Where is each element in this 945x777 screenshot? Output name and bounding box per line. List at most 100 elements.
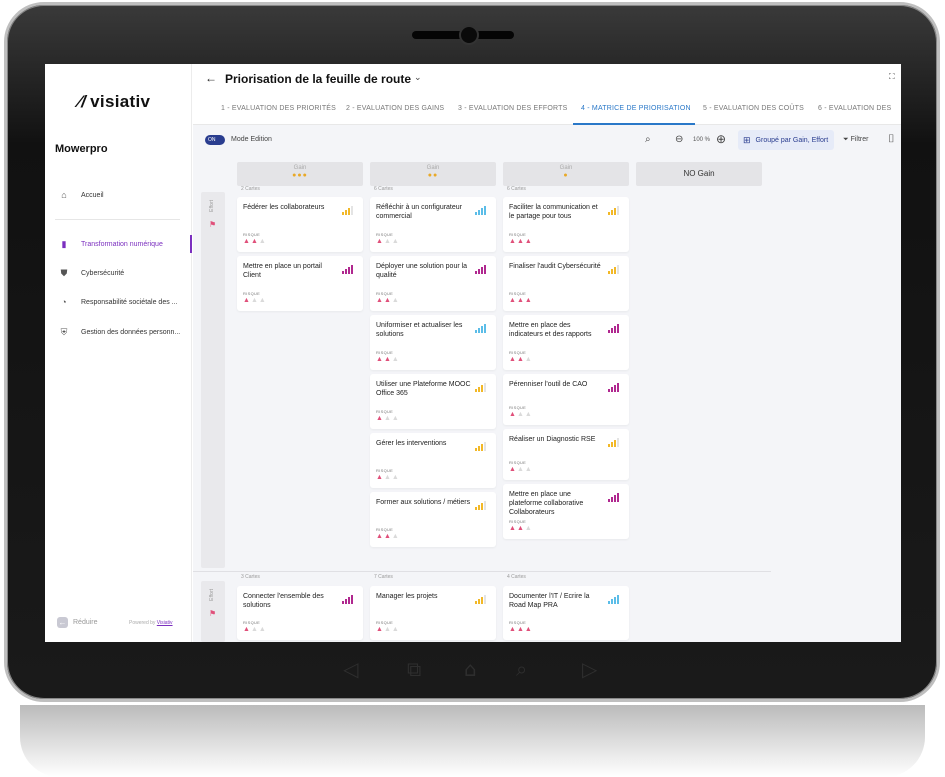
filter-icon: ⏷ (843, 136, 849, 143)
sidebar-item-rse[interactable]: ◔ Responsabilité sociétale des ... (45, 293, 192, 311)
roadmap-card[interactable]: Réfléchir à un configurateur commercial R… (370, 197, 496, 252)
priority-bar (475, 330, 477, 333)
priority-bar (617, 595, 619, 604)
filter-button[interactable]: ⏷ Filtrer (843, 136, 868, 144)
risk-triangle: ▲ (391, 474, 400, 481)
sidebar: ⁄/visiativ Mowerpro ⌂ Accueil ▮ Transforma… (45, 64, 192, 642)
risk-level-icon: ▲▲▲ (509, 238, 533, 245)
search-key-icon[interactable]: ⌕ (516, 657, 527, 681)
group-by-button[interactable]: ⊞ Groupé par Gain, Effort (738, 130, 834, 150)
risk-triangle: ▲ (516, 626, 525, 633)
main-area: ← Priorisation de la feuille de route ⌄ … (193, 64, 901, 642)
roadmap-card[interactable]: Former aux solutions / métiers RISQUE ▲▲▲ (370, 492, 496, 547)
tab-matrice[interactable]: 4 - MATRICE DE PRIORISATION (581, 105, 691, 112)
roadmap-card[interactable]: Réaliser un Diagnostic RSE RISQUE ▲▲▲ (503, 429, 629, 480)
sidebar-item-transformation[interactable]: ▮ Transformation numérique (45, 235, 192, 253)
edit-mode-toggle[interactable]: ON (205, 135, 225, 145)
risk-triangle: ▲ (376, 297, 384, 304)
card-count: 6 Cartes (507, 186, 526, 192)
risk-triangle: ▲ (250, 238, 259, 245)
search-icon[interactable]: ⌕ (645, 134, 651, 145)
priority-bar (608, 330, 610, 333)
card-title: Former aux solutions / métiers (376, 499, 471, 506)
chevron-down-icon[interactable]: ⌄ (414, 72, 422, 83)
priority-bars-icon (608, 383, 619, 392)
zoom-out-icon[interactable]: ⊖ (675, 134, 683, 145)
risk-triangle: ▲ (516, 297, 525, 304)
reduce-button[interactable]: ← Réduire (57, 617, 98, 628)
risk-triangle: ▲ (376, 238, 384, 245)
risk-level-icon: ▲▲▲ (509, 466, 533, 473)
roadmap-card[interactable]: Pérenniser l'outil de CAO RISQUE ▲▲▲ (503, 374, 629, 425)
tab-efforts[interactable]: 3 - EVALUATION DES EFFORTS (458, 105, 567, 112)
roadmap-card[interactable]: Finaliser l'audit Cybersécurité RISQUE ▲▲▲ (503, 256, 629, 311)
priority-bar (617, 383, 619, 392)
risk-triangle: ▲ (516, 466, 525, 473)
priority-bar (342, 271, 344, 274)
risk-triangle: ▲ (258, 626, 267, 633)
sidebar-item-cybersecurite[interactable]: ⛊ Cybersécurité (45, 264, 192, 282)
risk-label: RISQUE (376, 468, 394, 473)
priority-bars-icon (342, 206, 353, 215)
logo[interactable]: ⁄/visiativ (78, 92, 150, 112)
camera-snapshot-icon[interactable]: ⌷ (888, 133, 895, 146)
roadmap-card[interactable]: Manager les projets RISQUE ▲▲▲ (370, 586, 496, 640)
back-arrow-icon[interactable]: ← (205, 71, 217, 85)
risk-triangle: ▲ (383, 238, 392, 245)
card-title: Fédérer les collaborateurs (243, 204, 325, 211)
tab-priorites[interactable]: 1 - EVALUATION DES PRIORITÉS (221, 105, 336, 112)
roadmap-card[interactable]: Mettre en place une plateforme collabora… (503, 484, 629, 539)
risk-triangle: ▲ (258, 297, 267, 304)
roadmap-card[interactable]: Déployer une solution pour la qualité RIS… (370, 256, 496, 311)
fullscreen-icon[interactable]: ⛶ (889, 72, 895, 82)
risk-level-icon: ▲▲▲ (376, 238, 400, 245)
priority-bar (608, 271, 610, 274)
sidebar-item-donnees[interactable]: ⛨ Gestion des données personn... (45, 323, 192, 341)
priority-bar (614, 440, 616, 447)
roadmap-card[interactable]: Documenter l'IT / Ecrire la Road Map PRA… (503, 586, 629, 640)
roadmap-card[interactable]: Faciliter la communication et le partage… (503, 197, 629, 252)
sidebar-item-accueil[interactable]: ⌂ Accueil (45, 186, 192, 204)
priority-bar (475, 448, 477, 451)
card-count: 2 Cartes (241, 186, 260, 192)
priority-bar (481, 385, 483, 392)
back-key-icon[interactable]: ◁ (343, 657, 358, 681)
row-header-label: Effort (209, 200, 215, 212)
row-header-label: Effort (209, 589, 215, 601)
priority-bar (342, 212, 344, 215)
roadmap-card[interactable]: Mettre en place des indicateurs et des r… (503, 315, 629, 370)
home-key-icon[interactable]: ⌂ (464, 657, 477, 681)
priority-bar (614, 267, 616, 274)
priority-bar (481, 267, 483, 274)
risk-label: RISQUE (509, 519, 527, 524)
tab-couts[interactable]: 5 - EVALUATION DES COÛTS (703, 105, 804, 112)
priority-bar (484, 595, 486, 604)
camera-icon (459, 25, 479, 45)
tab-evaluation-6[interactable]: 6 - EVALUATION DES (818, 105, 891, 112)
forward-key-icon[interactable]: ▷ (582, 657, 597, 681)
roadmap-card[interactable]: Fédérer les collaborateurs RISQUE ▲▲▲ (237, 197, 363, 252)
risk-triangle: ▲ (524, 525, 533, 532)
risk-triangle: ▲ (250, 626, 259, 633)
roadmap-card[interactable]: Gérer les interventions RISQUE ▲▲▲ (370, 433, 496, 488)
risk-label: RISQUE (376, 232, 394, 237)
priority-bar (614, 385, 616, 392)
risk-level-icon: ▲▲▲ (376, 297, 400, 304)
risk-triangle: ▲ (383, 626, 392, 633)
recents-key-icon[interactable]: ⧉ (407, 657, 421, 681)
roadmap-card[interactable]: Uniformiser et actualiser les solutions R… (370, 315, 496, 370)
roadmap-card[interactable]: Mettre en place un portail Client RISQUE ▲… (237, 256, 363, 311)
reduce-label: Réduire (73, 619, 98, 626)
priority-bars-icon (608, 438, 619, 447)
sidebar-divider (55, 219, 180, 220)
group-by-label: Groupé par Gain, Effort (755, 136, 829, 144)
risk-level-icon: ▲▲▲ (243, 238, 267, 245)
zoom-in-icon[interactable]: ⊕ (716, 132, 726, 146)
roadmap-card[interactable]: Utiliser une Plateforme MOOC Office 365 R… (370, 374, 496, 429)
roadmap-card[interactable]: Connecter l'ensemble des solutions RISQUE… (237, 586, 363, 640)
priority-bar (481, 503, 483, 510)
powered-by-label: Powered by (129, 620, 156, 626)
priority-bar (484, 265, 486, 274)
tab-gains[interactable]: 2 - EVALUATION DES GAINS (346, 105, 444, 112)
powered-by-link[interactable]: Visiativ (157, 620, 173, 626)
